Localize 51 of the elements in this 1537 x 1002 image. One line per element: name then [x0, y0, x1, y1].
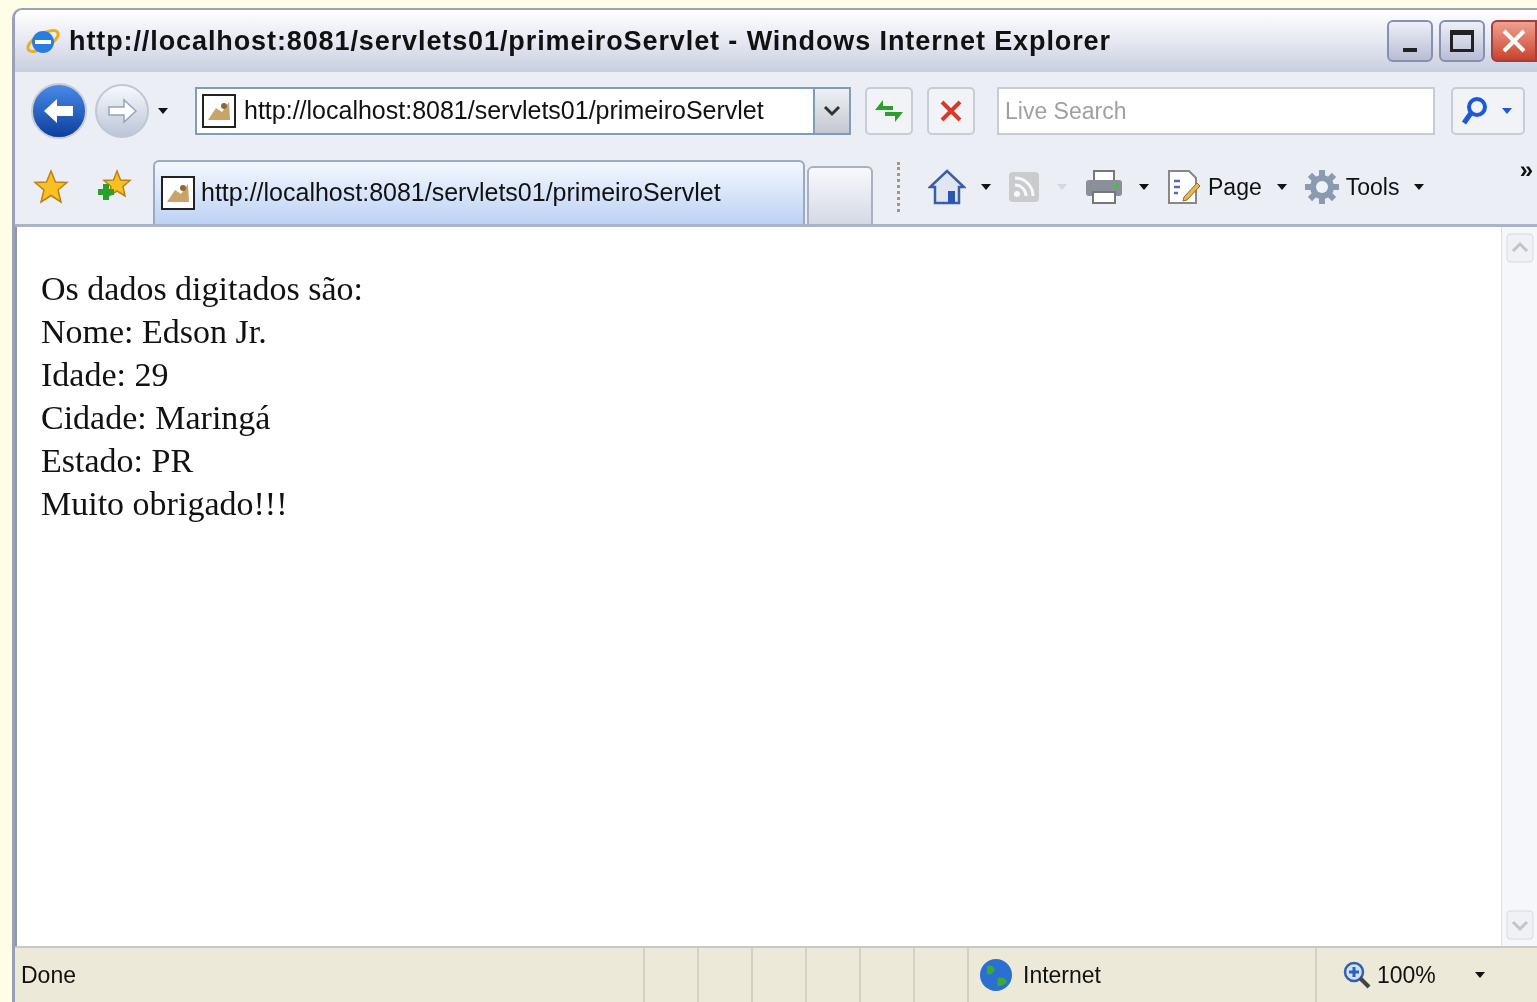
page-icon [161, 176, 195, 210]
print-menu-button[interactable] [1084, 170, 1150, 204]
home-icon [928, 169, 966, 205]
caret-icon[interactable] [980, 183, 992, 191]
status-text: Done [20, 960, 77, 990]
document-icon [1166, 169, 1202, 205]
browser-tab[interactable]: http://localhost:8081/servlets01/primeiroServlet [153, 160, 805, 224]
caret-icon [1473, 971, 1486, 979]
address-field[interactable]: http://localhost:8081/servlets01/primeiroServlet [195, 87, 851, 135]
page-text-line: Cidade: Maringá [41, 398, 272, 438]
chevron-overflow[interactable]: » [1519, 152, 1537, 188]
favorites-star-icon[interactable] [33, 169, 69, 205]
search-field[interactable]: Live Search [997, 87, 1435, 135]
page-icon [202, 94, 236, 128]
gear-icon [1303, 169, 1340, 205]
caret-icon [1501, 107, 1513, 115]
right-arrow-icon [106, 97, 138, 125]
caret-icon[interactable] [1138, 183, 1150, 191]
left-arrow-icon [42, 96, 76, 126]
chevron-down-icon [823, 105, 841, 117]
close-icon [1501, 28, 1527, 54]
maximize-button[interactable] [1439, 20, 1485, 62]
back-button[interactable] [31, 83, 87, 139]
page-text-line: Os dados digitados são: [41, 269, 365, 309]
page-text-line: Nome: Edson Jr. [41, 312, 268, 352]
page-text-line: Idade: 29 [41, 355, 170, 395]
zone-text: Internet [1023, 960, 1101, 990]
home-menu-button[interactable] [928, 169, 992, 205]
refresh-arrows-icon [873, 98, 905, 124]
caret-icon[interactable] [157, 107, 169, 115]
dropdown-button[interactable] [813, 89, 849, 133]
caret-icon[interactable] [1413, 183, 1426, 191]
refresh-button[interactable] [865, 87, 913, 135]
search-button[interactable] [1451, 87, 1525, 135]
window-title: http://localhost:8081/servlets01/primeiroServlet - Windows Internet Explorer [69, 24, 1111, 58]
search-icon [1461, 96, 1489, 126]
page-text-line: Estado: PR [41, 441, 195, 481]
page-text-line: Muito obrigado!!! [41, 484, 289, 524]
zoom-control[interactable]: 100% [1315, 948, 1537, 1002]
caret-icon[interactable] [1275, 183, 1288, 191]
stop-button[interactable] [927, 87, 975, 135]
tools-menu-button[interactable]: Tools [1303, 169, 1426, 205]
close-button[interactable] [1491, 20, 1537, 62]
minimize-button[interactable] [1387, 20, 1433, 62]
zoom-icon [1343, 961, 1371, 989]
page-menu-button[interactable]: Page [1166, 169, 1288, 205]
stop-icon [939, 99, 963, 123]
address-url: http://localhost:8081/servlets01/primeiroServlet [244, 95, 764, 127]
feed-icon [1008, 171, 1040, 203]
printer-icon [1084, 170, 1124, 204]
globe-icon [979, 958, 1013, 992]
